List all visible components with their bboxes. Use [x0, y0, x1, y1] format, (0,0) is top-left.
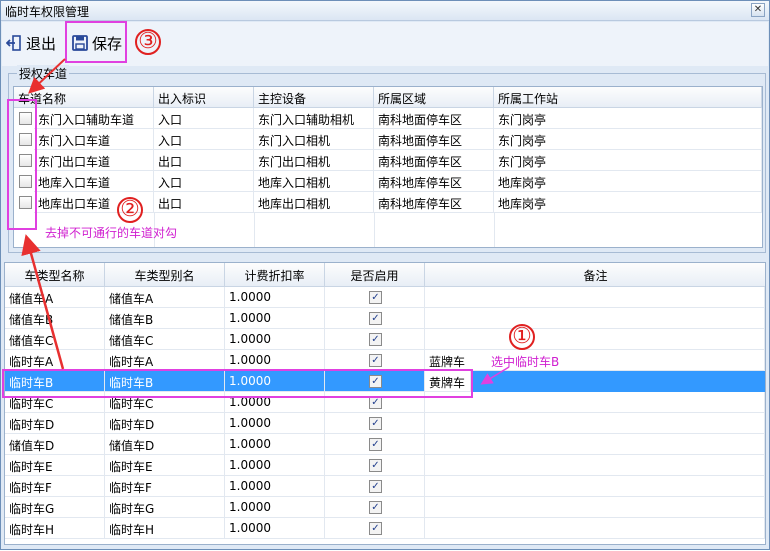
arrow-to-checkboxes	[21, 234, 65, 370]
annotation-arrows	[21, 58, 510, 385]
arrow-to-row	[480, 366, 510, 385]
permission-window: 临时车权限管理 ✕ 退出 保存 授权车道 车道名称 出入标识 主控设备 所属区域	[0, 0, 770, 550]
arrow-to-save	[28, 58, 66, 94]
